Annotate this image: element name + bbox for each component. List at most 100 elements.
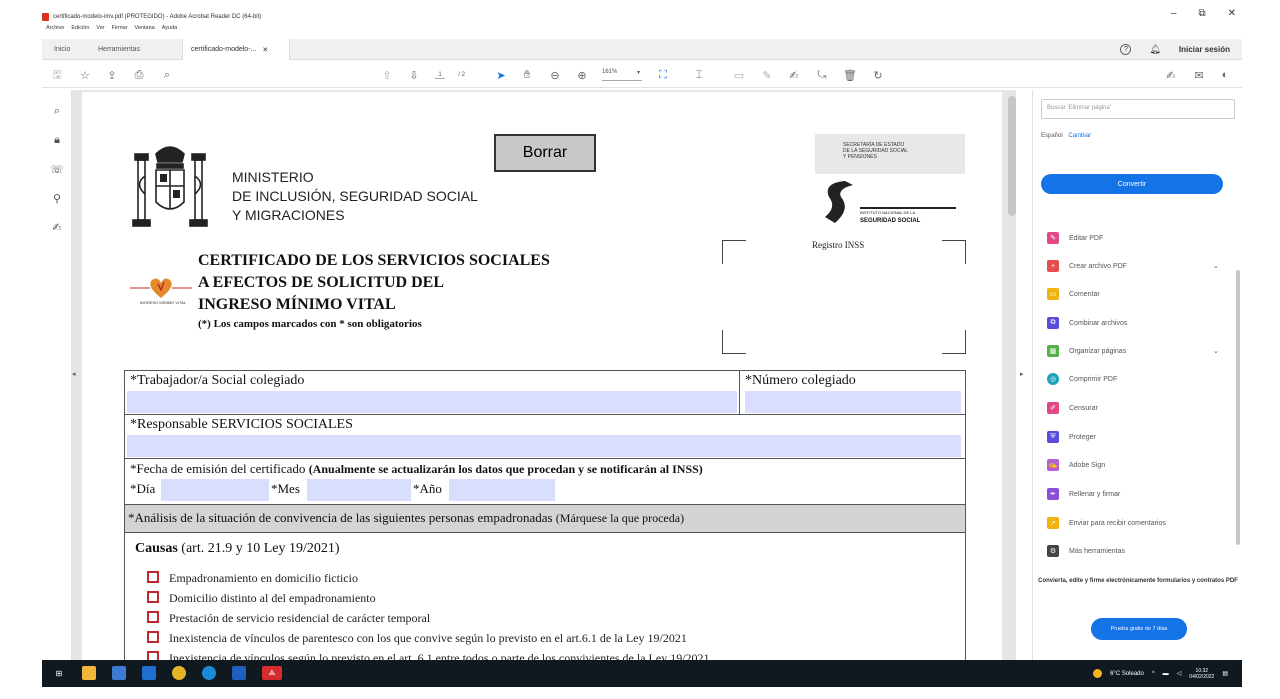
- close-icon[interactable]: ✕: [1228, 8, 1236, 19]
- cause-checkbox-2[interactable]: [147, 591, 159, 603]
- trash-icon[interactable]: 🗑︎: [843, 68, 857, 82]
- responsible-field[interactable]: [127, 435, 961, 457]
- fit-page-icon[interactable]: ⛶: [656, 68, 670, 82]
- tab-document[interactable]: certificado-modelo-... ✕: [182, 39, 290, 60]
- tool-combine[interactable]: ⧉ Combinar archivos: [1047, 316, 1127, 330]
- bell-icon[interactable]: 🔔︎: [1149, 44, 1160, 55]
- tool-create-pdf[interactable]: + Crear archivo PDF ⌄: [1047, 259, 1219, 273]
- close-tab-icon[interactable]: ✕: [262, 46, 268, 54]
- upload-icon[interactable]: ⇪: [105, 68, 119, 82]
- cause-label-3: Prestación de servicio residencial de ca…: [169, 611, 431, 625]
- chevron-down-icon[interactable]: ⌄: [1213, 347, 1219, 355]
- clock[interactable]: 10:32 04/02/2022: [1189, 668, 1214, 680]
- menu-firmar[interactable]: Firmar: [112, 25, 128, 35]
- zoom-level[interactable]: 161% ▾: [602, 69, 642, 81]
- document-scrollbar[interactable]: [1008, 96, 1016, 216]
- prev-page-icon[interactable]: ⇧: [380, 68, 394, 82]
- share-icon[interactable]: ⤿: [815, 68, 829, 82]
- attachment-icon[interactable]: ⚲: [50, 191, 64, 205]
- maximize-icon[interactable]: ⧉: [1198, 8, 1205, 19]
- free-trial-button[interactable]: Prueba gratis de 7 días: [1091, 618, 1187, 640]
- tool-redact[interactable]: ✐ Censurar: [1047, 401, 1098, 415]
- spanish-coat-of-arms-icon: [132, 146, 208, 227]
- notifications-icon[interactable]: ▤: [1222, 670, 1228, 677]
- outlook-icon[interactable]: [142, 666, 156, 680]
- next-page-icon[interactable]: ⇩: [407, 68, 421, 82]
- fill-sign-toolbar-icon[interactable]: ✍︎: [1164, 68, 1178, 82]
- collapse-right-icon[interactable]: ▸: [1020, 370, 1024, 378]
- tool-label: Enviar para recibir comentarios: [1069, 519, 1166, 527]
- signature-icon[interactable]: ✍︎: [50, 220, 64, 234]
- secretaria-line-3: Y PENSIONES: [843, 154, 877, 160]
- change-language-link[interactable]: Cambiar: [1068, 133, 1091, 139]
- worker-field[interactable]: [127, 391, 737, 413]
- more-tools-icon: ⚙: [1047, 545, 1059, 557]
- help-icon[interactable]: ?: [1120, 44, 1132, 55]
- acrobat-taskbar-icon[interactable]: ⟁: [262, 666, 282, 680]
- rotate-icon[interactable]: ↻: [871, 68, 885, 82]
- app-icon[interactable]: [112, 666, 126, 680]
- tool-fill-sign[interactable]: ✒ Rellenar y firmar: [1047, 487, 1120, 501]
- cause-checkbox-3[interactable]: [147, 611, 159, 623]
- save-icon[interactable]: 🖫: [50, 68, 64, 82]
- menu-ventana[interactable]: Ventana: [135, 25, 155, 35]
- month-field[interactable]: [307, 479, 411, 501]
- cause-checkbox-1[interactable]: [147, 571, 159, 583]
- lock-icon[interactable]: 🔒︎: [50, 133, 64, 147]
- page-input[interactable]: 1: [435, 72, 445, 79]
- menu-ayuda[interactable]: Ayuda: [162, 25, 178, 35]
- zoom-out-icon[interactable]: ⊖: [548, 68, 562, 82]
- chrome-icon[interactable]: [172, 666, 186, 680]
- page-thumbnails-icon[interactable]: ⌕: [50, 104, 64, 118]
- select-cursor-icon[interactable]: ➤: [494, 68, 508, 82]
- hand-tool-icon[interactable]: ✋︎: [520, 68, 534, 82]
- tool-send-comments[interactable]: ➚ Enviar para recibir comentarios: [1047, 516, 1166, 530]
- tool-more[interactable]: ⚙ Más herramientas: [1047, 544, 1125, 558]
- tool-adobe-sign[interactable]: ✍ Adobe Sign: [1047, 458, 1105, 472]
- collapse-left-icon[interactable]: ◂: [72, 370, 76, 378]
- convert-button[interactable]: Convertir: [1041, 174, 1223, 194]
- cause-checkbox-5[interactable]: [147, 651, 159, 660]
- print-icon[interactable]: ⎙: [132, 68, 146, 82]
- volume-icon[interactable]: ◁: [1177, 670, 1182, 677]
- menu-ver[interactable]: Ver: [96, 25, 104, 35]
- file-explorer-icon[interactable]: [82, 666, 96, 680]
- menu-edicion[interactable]: Edición: [71, 25, 89, 35]
- tool-organize[interactable]: ▦ Organizar páginas ⌄: [1047, 344, 1219, 358]
- inss-small-text: INSTITUTO NACIONAL DE LA: [860, 210, 916, 215]
- mail-icon[interactable]: ✉: [1192, 68, 1206, 82]
- tab-home[interactable]: Inicio: [46, 39, 78, 60]
- accessibility-icon[interactable]: ◐: [1218, 68, 1232, 82]
- tray-chevron-icon[interactable]: ^: [1152, 671, 1155, 677]
- sign-icon[interactable]: ✍︎: [787, 68, 801, 82]
- day-field[interactable]: [161, 479, 269, 501]
- tool-comment[interactable]: ▭ Comentar: [1047, 287, 1100, 301]
- minimize-icon[interactable]: –: [1171, 8, 1177, 19]
- form-tool-icon[interactable]: ⌶: [692, 68, 706, 82]
- word-icon[interactable]: [232, 666, 246, 680]
- zoom-in-icon[interactable]: ⊕: [575, 68, 589, 82]
- cause-checkbox-4[interactable]: [147, 631, 159, 643]
- menu-archivo[interactable]: Archivo: [46, 25, 64, 35]
- sign-in-button[interactable]: Iniciar sesión: [1179, 45, 1230, 54]
- network-icon[interactable]: ▬: [1163, 671, 1169, 677]
- tool-protect[interactable]: ⛨ Proteger: [1047, 430, 1096, 444]
- chevron-down-icon[interactable]: ⌄: [1213, 262, 1219, 270]
- windows-start-icon[interactable]: ⊞: [52, 666, 66, 680]
- number-field[interactable]: [745, 391, 961, 413]
- weather-text[interactable]: 6°C Soleado: [1110, 671, 1144, 677]
- comments-icon[interactable]: ☏: [50, 162, 64, 176]
- tool-compress[interactable]: ◎ Comprimir PDF: [1047, 372, 1117, 386]
- tools-search-input[interactable]: Buscar 'Eliminar página': [1041, 99, 1235, 119]
- tool-edit-pdf[interactable]: ✎ Editar PDF: [1047, 231, 1103, 245]
- star-icon[interactable]: ☆: [78, 68, 92, 82]
- search-icon[interactable]: ⌕: [160, 68, 174, 82]
- comment-tool-icon[interactable]: ▭: [732, 68, 746, 82]
- tools-scrollbar[interactable]: [1236, 270, 1240, 545]
- clear-form-button[interactable]: Borrar: [494, 134, 596, 172]
- edge-icon[interactable]: [202, 666, 216, 680]
- year-field[interactable]: [449, 479, 555, 501]
- causes-heading: Causas (art. 21.9 y 10 Ley 19/2021): [135, 541, 340, 557]
- pen-icon[interactable]: ✎: [760, 68, 774, 82]
- tab-tools[interactable]: Herramientas: [90, 39, 148, 60]
